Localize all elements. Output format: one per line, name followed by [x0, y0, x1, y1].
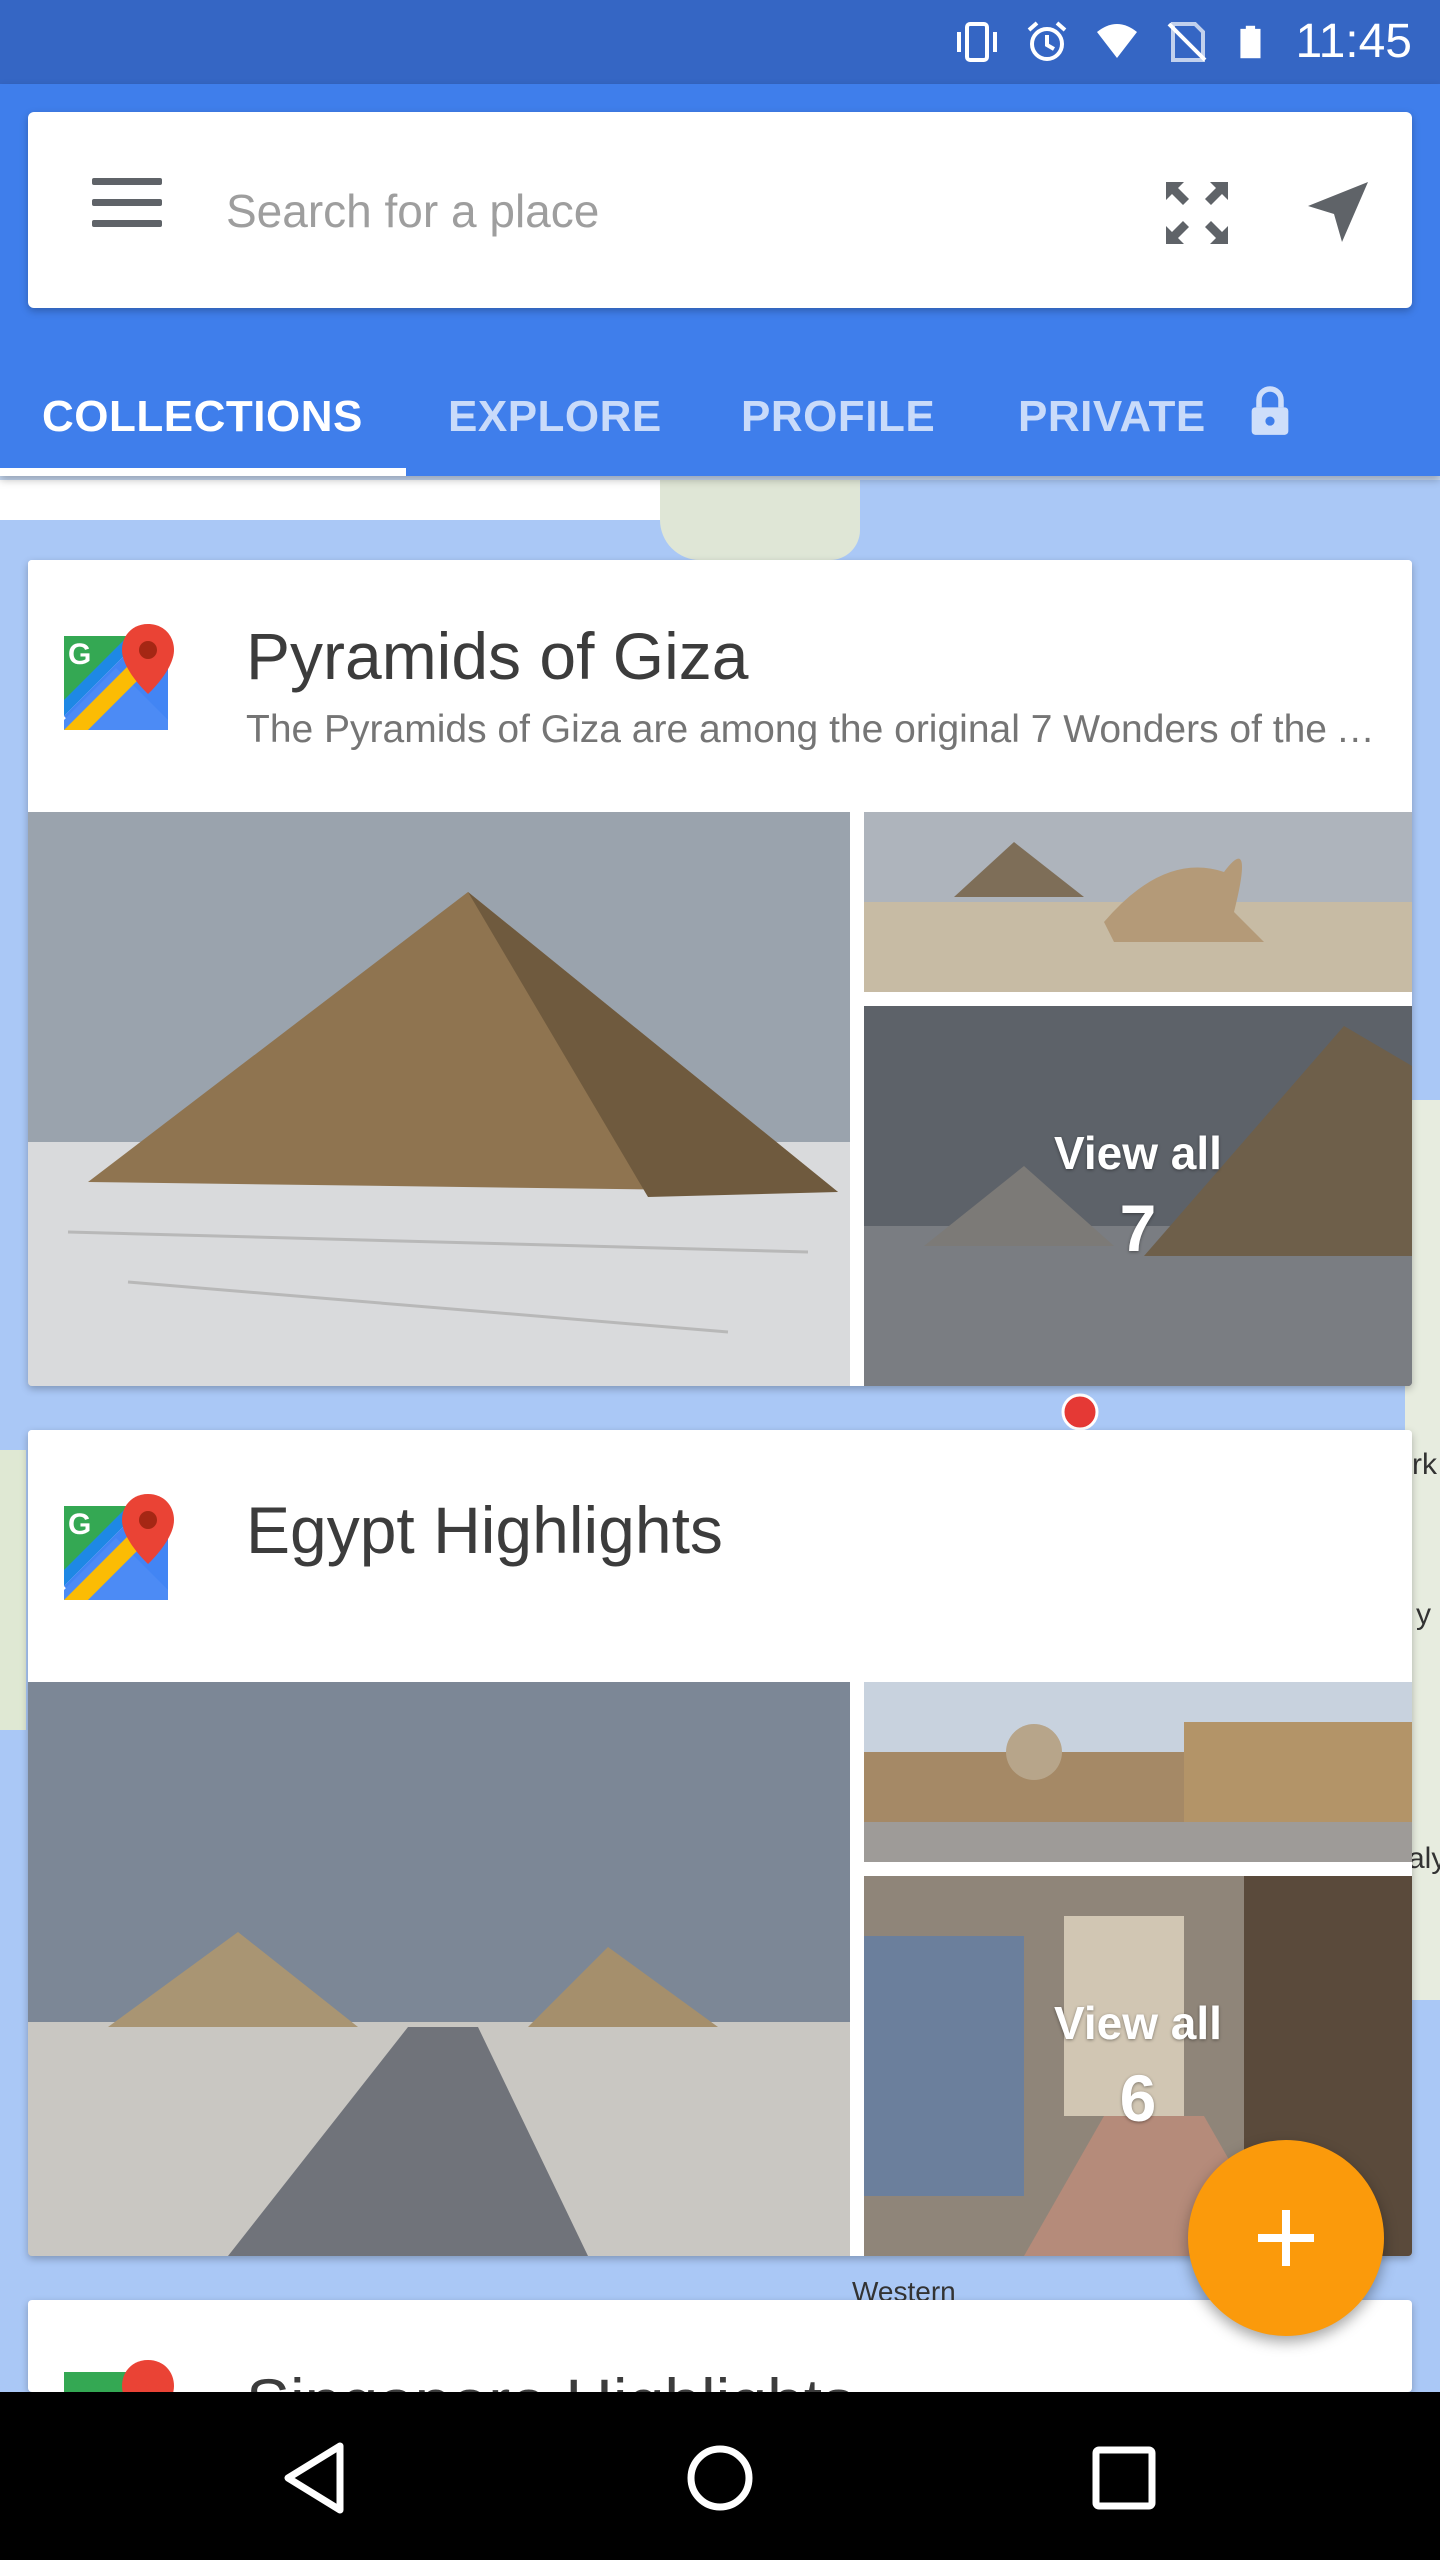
view-all-button[interactable]: View all 6 — [864, 1996, 1412, 2136]
collection-card[interactable]: G Pyramids of Giza The Pyramids of Giza … — [28, 560, 1412, 1386]
app-bar: COLLECTIONS EXPLORE PROFILE PRIVATE — [0, 84, 1440, 476]
tab-explore[interactable]: EXPLORE — [448, 358, 662, 476]
collection-photo[interactable] — [864, 1682, 1412, 1862]
collection-card[interactable]: Singapore Highlights — [28, 2300, 1412, 2392]
menu-icon[interactable] — [92, 178, 162, 242]
system-nav-bar — [0, 2392, 1440, 2560]
status-bar: 11:45 — [0, 0, 1440, 84]
tab-label: EXPLORE — [448, 392, 662, 441]
map-label: rk — [1412, 1448, 1437, 1481]
add-collection-button[interactable] — [1188, 2140, 1384, 2336]
google-maps-icon: G — [64, 624, 174, 730]
view-all-count: 7 — [1119, 1191, 1157, 1265]
collection-title: Pyramids of Giza — [246, 619, 749, 693]
map-label: aly — [1408, 1842, 1440, 1875]
svg-text:G: G — [68, 1508, 91, 1541]
tab-bar: COLLECTIONS EXPLORE PROFILE PRIVATE — [0, 358, 1440, 476]
view-all-label: View all — [1054, 1127, 1222, 1179]
recents-icon[interactable] — [1082, 2436, 1166, 2520]
map-pin-icon[interactable] — [1060, 1392, 1100, 1432]
alarm-icon — [1028, 21, 1067, 61]
no-sim-icon — [1168, 22, 1207, 62]
collection-title: Egypt Highlights — [246, 1493, 723, 1567]
collection-photo[interactable] — [28, 1682, 850, 2256]
google-maps-icon — [64, 2360, 174, 2392]
battery-icon — [1240, 25, 1261, 59]
collection-title: Singapore Highlights — [246, 2364, 855, 2392]
home-icon[interactable] — [678, 2436, 762, 2520]
view-all-button[interactable]: View all 7 — [864, 1126, 1412, 1266]
card-header[interactable]: G Egypt Highlights — [28, 1430, 1412, 1682]
tab-label: COLLECTIONS — [42, 392, 363, 441]
fullscreen-icon[interactable] — [1162, 178, 1232, 248]
status-time: 11:45 — [1295, 15, 1412, 68]
collection-card[interactable]: G Egypt Highlights View all 6 — [28, 1430, 1412, 2256]
svg-text:G: G — [68, 638, 91, 671]
view-all-label: View all — [1054, 1997, 1222, 2049]
navigate-icon[interactable] — [1302, 176, 1374, 248]
tab-label: PRIVATE — [1018, 392, 1206, 441]
tab-profile[interactable]: PROFILE — [741, 358, 935, 476]
tab-collections[interactable]: COLLECTIONS — [42, 358, 363, 476]
wifi-icon — [1097, 24, 1138, 58]
collection-photo[interactable] — [864, 812, 1412, 992]
search-input[interactable] — [224, 172, 988, 250]
collection-photo[interactable] — [28, 812, 850, 1386]
lock-icon — [1251, 386, 1289, 435]
tab-private[interactable]: PRIVATE — [1018, 358, 1292, 476]
back-icon[interactable] — [274, 2436, 358, 2520]
map-land — [660, 480, 860, 560]
tab-label: PROFILE — [741, 392, 936, 441]
card-header[interactable]: G Pyramids of Giza The Pyramids of Giza … — [28, 560, 1412, 812]
map-label: y — [1416, 1598, 1431, 1631]
google-maps-icon: G — [64, 1494, 174, 1600]
plus-icon — [1258, 2210, 1314, 2266]
search-bar — [28, 112, 1412, 308]
tab-indicator — [0, 468, 406, 476]
vibrate-icon — [957, 22, 998, 62]
map-land — [0, 1450, 26, 1730]
view-all-count: 6 — [1119, 2061, 1157, 2135]
collection-description: The Pyramids of Giza are among the origi… — [246, 708, 1386, 751]
map-land — [0, 480, 740, 520]
